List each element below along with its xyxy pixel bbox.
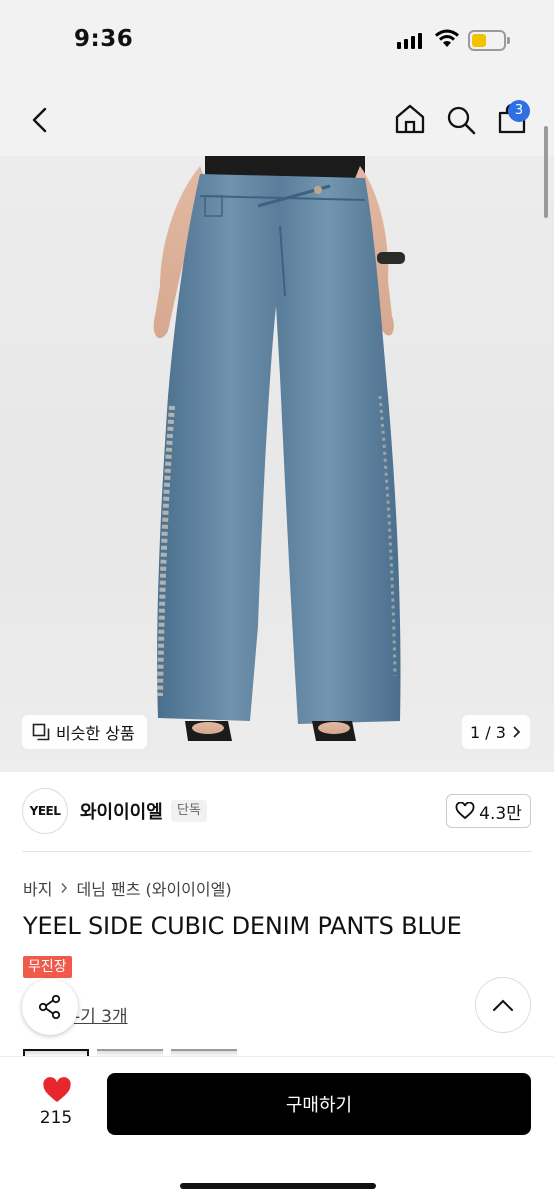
breadcrumb-item[interactable]: 데님 팬츠 (와이이이엘) (76, 876, 231, 900)
signal-icon (397, 32, 422, 49)
home-indicator (180, 1183, 376, 1189)
scroll-top-button[interactable] (475, 977, 531, 1033)
chevron-up-icon (493, 999, 513, 1011)
heart-outline-icon (455, 802, 475, 820)
wishlist-count: 215 (39, 1108, 73, 1128)
promo-badge: 무진장 (23, 956, 72, 978)
chevron-right-icon (61, 883, 68, 893)
brand-like-button[interactable]: 4.3만 (446, 794, 531, 828)
share-button[interactable] (22, 979, 78, 1035)
product-title: YEEL SIDE CUBIC DENIM PANTS BLUE (23, 912, 462, 940)
breadcrumb: 바지 데님 팬츠 (와이이이엘) (23, 876, 232, 900)
share-icon (38, 994, 61, 1020)
similar-icon (32, 723, 50, 741)
buy-button[interactable]: 구매하기 (107, 1073, 531, 1135)
jeans-illustration (153, 156, 405, 741)
chevron-right-icon (513, 726, 521, 738)
cart-count-badge: 3 (508, 100, 530, 122)
similar-products-label: 비슷한 상품 (56, 724, 135, 743)
breadcrumb-item[interactable]: 바지 (23, 876, 52, 900)
product-page: 9:36 3 비슷한 상품 1 / 3 YEEL 와이이이엘 단독 4.3만 바… (0, 0, 554, 1200)
product-image[interactable] (0, 156, 554, 772)
exclusive-tag: 단독 (171, 800, 207, 822)
divider (22, 851, 532, 852)
battery-tip (507, 37, 510, 44)
image-counter-text: 1 / 3 (470, 722, 506, 742)
home-icon[interactable] (394, 103, 426, 135)
back-icon[interactable] (28, 106, 52, 134)
wifi-icon (435, 29, 459, 47)
image-counter[interactable]: 1 / 3 (462, 715, 530, 749)
brand-name[interactable]: 와이이이엘 (80, 798, 163, 824)
battery-icon (468, 30, 506, 51)
scrollbar[interactable] (544, 126, 548, 218)
review-link[interactable]: -기 3개 (74, 1002, 128, 1027)
status-time: 9:36 (74, 26, 134, 52)
brand-like-count: 4.3만 (479, 803, 522, 824)
search-icon[interactable] (446, 105, 476, 135)
brand-logo[interactable]: YEEL (22, 788, 68, 834)
similar-products-button[interactable]: 비슷한 상품 (22, 715, 147, 749)
heart-filled-icon[interactable] (42, 1077, 72, 1104)
